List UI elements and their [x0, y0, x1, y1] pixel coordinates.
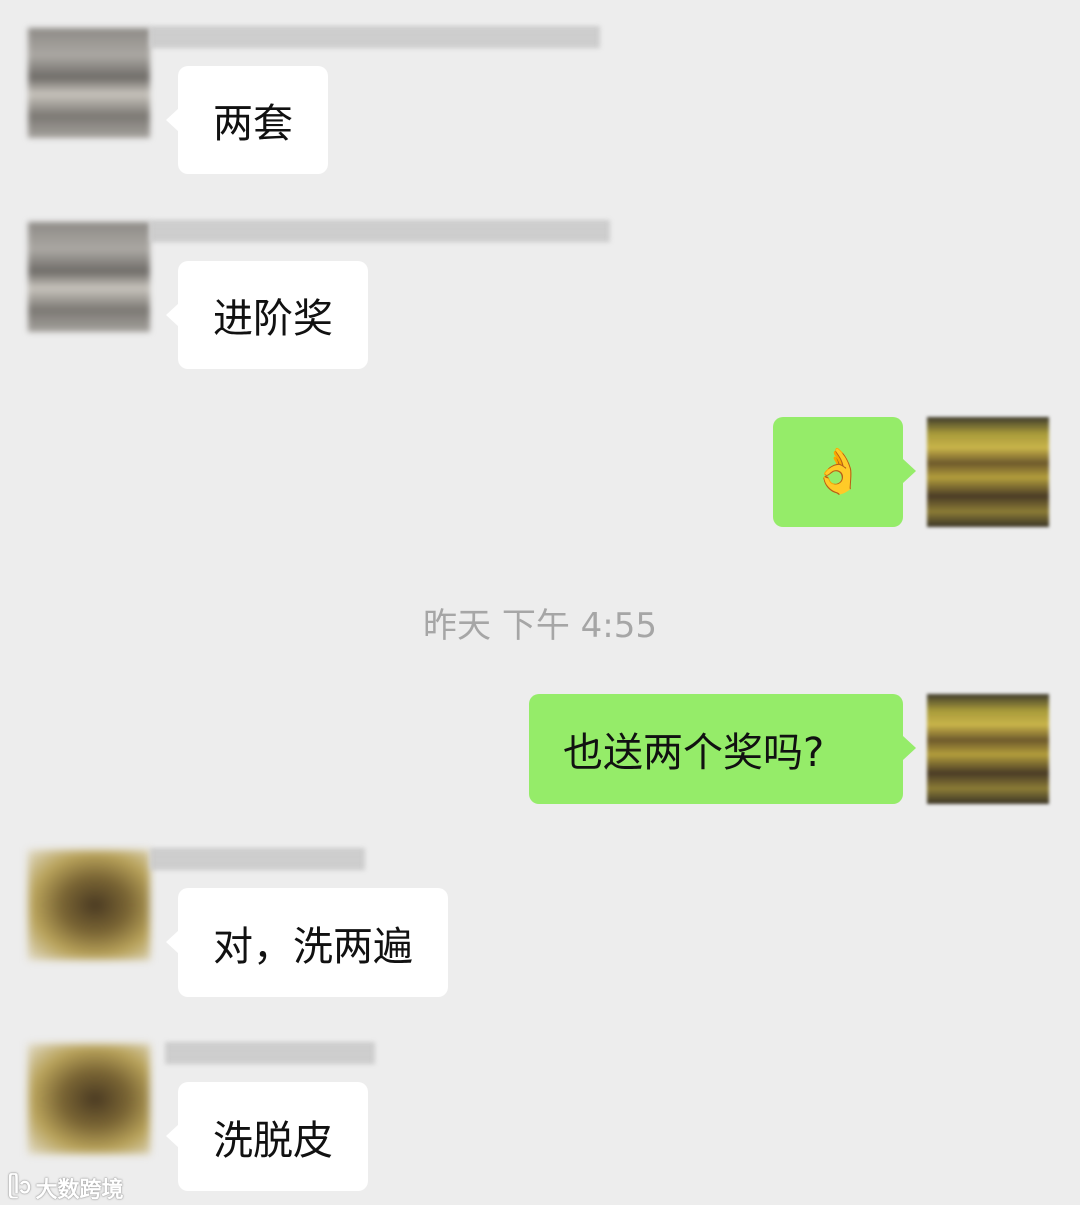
watermark: ᥫᩣ 大数跨境 — [8, 1170, 124, 1205]
message-bubble-outgoing[interactable]: 也送两个奖吗? — [529, 694, 916, 804]
sender-avatar[interactable] — [28, 222, 150, 332]
self-avatar[interactable] — [927, 694, 1049, 804]
message-bubble-incoming[interactable]: 进阶奖 — [166, 261, 368, 369]
message-bubble-incoming[interactable]: 洗脱皮 — [166, 1082, 368, 1191]
sender-avatar[interactable] — [28, 28, 150, 138]
watermark-logo-icon: ᥫᩣ — [8, 1174, 32, 1199]
sender-avatar[interactable] — [28, 1044, 150, 1154]
message-text: 对，洗两遍 — [213, 923, 413, 970]
ok-hand-icon: 👌 — [810, 446, 866, 497]
chat-timestamp: 昨天 下午 4:55 — [423, 606, 657, 646]
message-text: 洗脱皮 — [213, 1117, 333, 1164]
message-text: 两套 — [213, 101, 293, 147]
sender-name-blurred — [150, 848, 365, 870]
watermark-text: 大数跨境 — [35, 1177, 124, 1203]
sender-avatar[interactable] — [28, 850, 150, 960]
message-text: 也送两个奖吗? — [563, 730, 825, 776]
sender-name-blurred — [150, 26, 600, 48]
message-bubble-incoming[interactable]: 两套 — [166, 66, 328, 174]
sender-name-blurred — [150, 220, 610, 242]
message-bubble-incoming[interactable]: 对，洗两遍 — [166, 888, 448, 997]
self-avatar[interactable] — [927, 417, 1049, 527]
message-bubble-outgoing[interactable]: 👌 — [773, 417, 916, 527]
sender-name-blurred — [165, 1042, 375, 1064]
message-text: 进阶奖 — [213, 296, 333, 342]
